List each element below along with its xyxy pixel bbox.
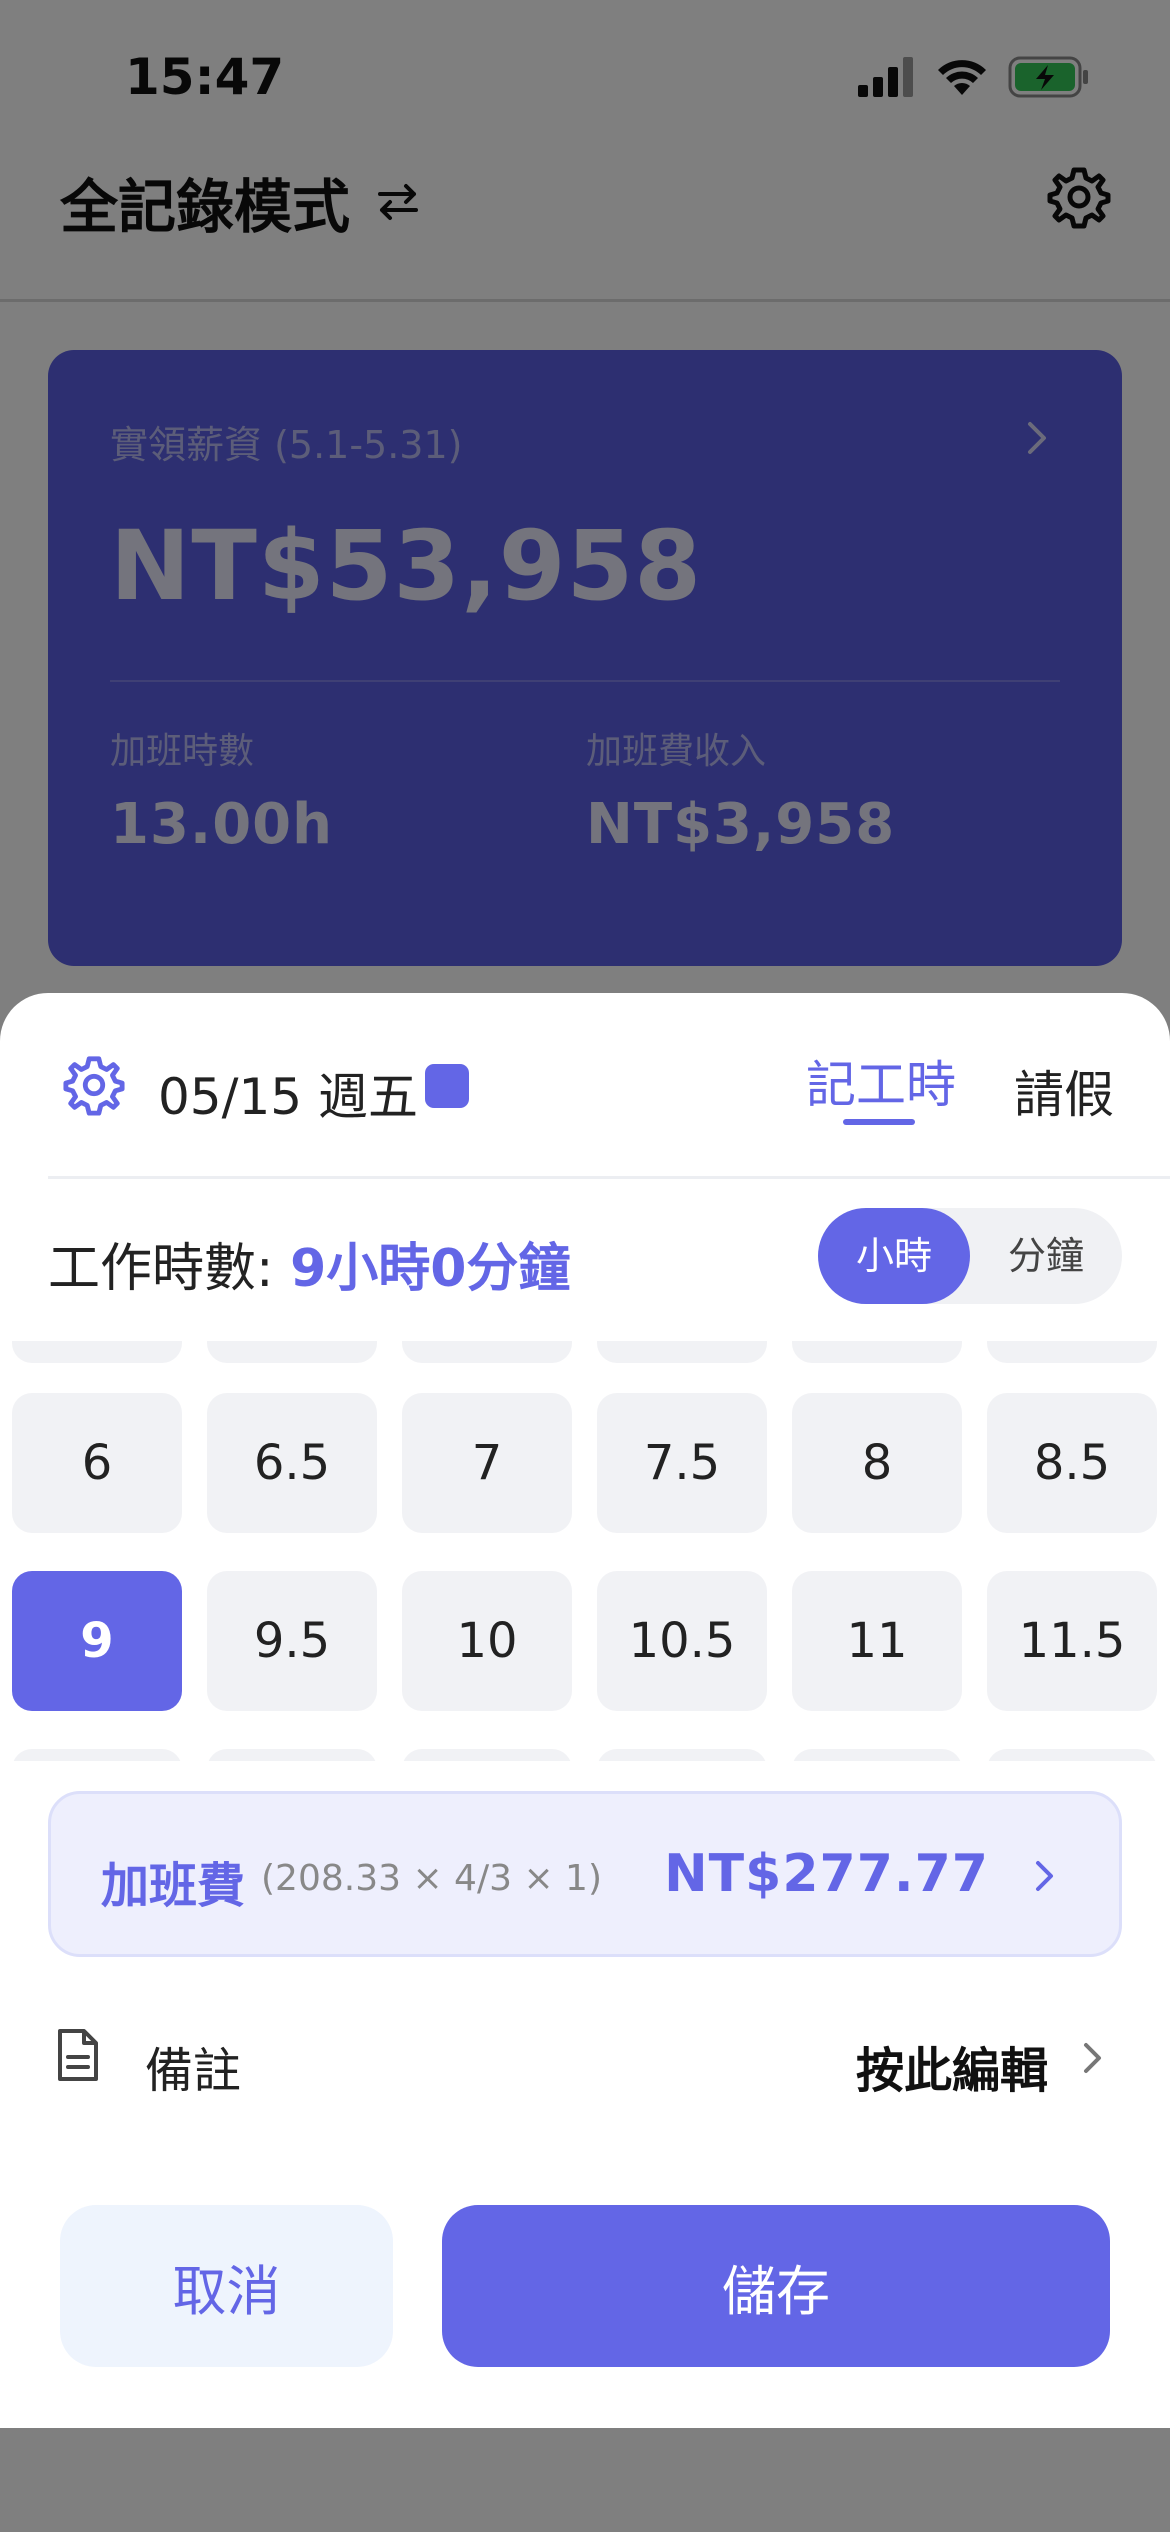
work-hours-label: 工作時數: 9小時0分鐘	[48, 1226, 570, 1301]
chevron-right-icon	[1084, 2043, 1101, 2073]
cancel-button[interactable]: 取消	[60, 2205, 393, 2367]
grid-cell-partial[interactable]	[12, 1341, 182, 1363]
grid-cell-partial[interactable]	[12, 1749, 182, 1761]
hour-option[interactable]: 10	[402, 1571, 572, 1711]
overtime-pay-formula: (208.33 × 4/3 × 1)	[261, 1858, 602, 1899]
work-hours-value: 9小時0分鐘	[290, 1239, 571, 1299]
grid-cell-partial[interactable]	[987, 1749, 1157, 1761]
sheet-header: 05/15 週五 記工時 請假	[0, 993, 1170, 1179]
overtime-pay-card[interactable]: 加班費 (208.33 × 4/3 × 1) NT$277.77	[48, 1791, 1122, 1957]
tab-indicator	[843, 1119, 915, 1125]
header-divider	[48, 1176, 1170, 1179]
grid-cell-partial[interactable]	[987, 1341, 1157, 1363]
hour-option[interactable]: 8	[792, 1393, 962, 1533]
hour-option[interactable]: 8.5	[987, 1393, 1157, 1533]
hour-option[interactable]: 9.5	[207, 1571, 377, 1711]
record-date: 05/15 週五	[158, 1068, 418, 1126]
gear-icon[interactable]	[62, 1053, 126, 1117]
note-row[interactable]: 備註 按此編輯	[0, 2011, 1170, 2111]
note-label: 備註	[145, 2043, 242, 2099]
unit-minute-option[interactable]: 分鐘	[970, 1208, 1122, 1304]
work-hours-row: 工作時數: 9小時0分鐘 小時 分鐘	[0, 1208, 1170, 1308]
hour-option[interactable]: 7	[402, 1393, 572, 1533]
document-icon	[58, 2029, 98, 2081]
hour-option[interactable]: 7.5	[597, 1393, 767, 1533]
grid-cell-partial[interactable]	[207, 1341, 377, 1363]
hour-picker-grid[interactable]: 6 6.5 7 7.5 8 8.5 9 9.5 10 10.5 11 11.5	[0, 1341, 1170, 1761]
chevron-right-icon	[1036, 1861, 1053, 1891]
note-edit-link[interactable]: 按此編輯	[856, 2031, 1048, 2101]
overtime-pay-amount: NT$277.77	[664, 1844, 989, 1904]
tab-leave[interactable]: 請假	[1014, 1055, 1114, 1127]
grid-cell-partial[interactable]	[402, 1341, 572, 1363]
hour-option[interactable]: 11.5	[987, 1571, 1157, 1711]
grid-cell-partial[interactable]	[597, 1341, 767, 1363]
grid-cell-partial[interactable]	[792, 1341, 962, 1363]
hour-option[interactable]: 6	[12, 1393, 182, 1533]
grid-cell-partial[interactable]	[792, 1749, 962, 1761]
grid-cell-partial[interactable]	[402, 1749, 572, 1761]
hour-option[interactable]: 11	[792, 1571, 962, 1711]
unit-toggle: 小時 分鐘	[818, 1208, 1122, 1304]
record-sheet: 05/15 週五 記工時 請假 工作時數: 9小時0分鐘 小時 分鐘 6 6.5…	[0, 993, 1170, 2428]
grid-cell-partial[interactable]	[207, 1749, 377, 1761]
hour-option-selected[interactable]: 9	[12, 1571, 182, 1711]
save-button[interactable]: 儲存	[442, 2205, 1110, 2367]
color-tag[interactable]	[425, 1064, 469, 1108]
tab-record-hours[interactable]: 記工時	[806, 1045, 956, 1117]
hour-option[interactable]: 10.5	[597, 1571, 767, 1711]
unit-hour-option[interactable]: 小時	[818, 1208, 970, 1304]
grid-cell-partial[interactable]	[597, 1749, 767, 1761]
hour-option[interactable]: 6.5	[207, 1393, 377, 1533]
work-hours-label-text: 工作時數:	[48, 1239, 291, 1299]
overtime-pay-label: 加班費	[101, 1858, 246, 1914]
